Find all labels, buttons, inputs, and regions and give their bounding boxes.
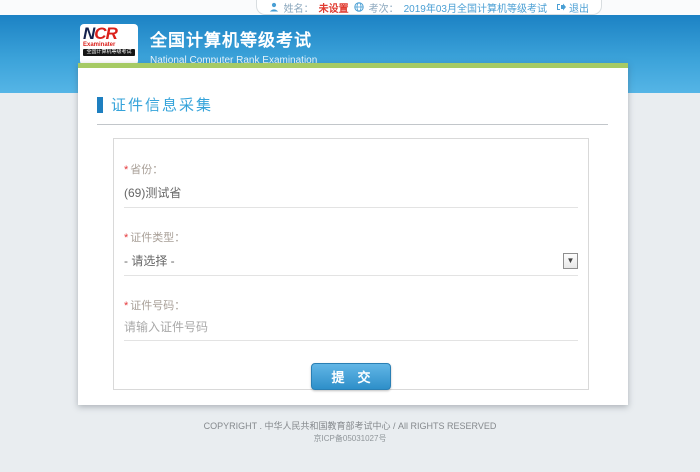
site-title: 全国计算机等级考试	[150, 26, 317, 51]
site-title-block: 全国计算机等级考试 National Computer Rank Examina…	[150, 26, 317, 66]
province-label: *省份：	[124, 161, 578, 177]
dropdown-arrow-icon[interactable]: ▼	[563, 253, 578, 269]
name-label: 姓名：	[284, 0, 314, 15]
cert-type-field: *证件类型： - 请选择 - ▼	[124, 229, 578, 276]
section-accent-bar	[97, 97, 103, 113]
user-info-bar: 姓名： 未设置 考次： 2019年03月全国计算机等级考试 退出	[256, 0, 602, 15]
cert-type-label: *证件类型：	[124, 229, 578, 245]
logout-icon	[556, 2, 566, 12]
required-asterisk: *	[124, 232, 128, 244]
section-header: 证件信息采集	[97, 94, 608, 115]
province-value: (69)测试省	[124, 184, 578, 208]
submit-button[interactable]: 提 交	[311, 363, 391, 390]
globe-icon	[354, 2, 364, 12]
cert-type-selected-value: - 请选择 -	[124, 252, 175, 269]
session-label: 考次：	[369, 0, 399, 15]
logout-button[interactable]: 退出	[556, 0, 589, 15]
content-card: 证件信息采集 *省份： (69)测试省 *证件类型： - 请选择 - ▼ *证件…	[78, 63, 628, 405]
footer-icp: 京ICP备05031027号	[0, 433, 700, 444]
page: 姓名： 未设置 考次： 2019年03月全国计算机等级考试 退出 NCR Exa…	[0, 0, 700, 472]
cert-info-form: *省份： (69)测试省 *证件类型： - 请选择 - ▼ *证件号码： 提 交	[113, 138, 589, 390]
user-icon	[269, 2, 279, 12]
cert-number-input[interactable]	[124, 320, 578, 341]
top-bar: 姓名： 未设置 考次： 2019年03月全国计算机等级考试 退出	[0, 0, 700, 15]
province-field: *省份： (69)测试省	[124, 161, 578, 208]
logo-letters: NCR	[83, 25, 135, 42]
required-asterisk: *	[124, 164, 128, 176]
page-title: 证件信息采集	[111, 94, 213, 115]
name-value: 未设置	[319, 0, 349, 15]
cert-type-select[interactable]: - 请选择 - ▼	[124, 252, 578, 276]
section-divider	[97, 124, 608, 125]
cert-number-field: *证件号码：	[124, 297, 578, 341]
footer-copyright: COPYRIGHT . 中华人民共和国教育部考试中心 / All RIGHTS …	[0, 419, 700, 432]
cert-number-label: *证件号码：	[124, 297, 578, 313]
logout-label: 退出	[569, 0, 589, 15]
required-asterisk: *	[124, 300, 128, 312]
logo-strip-text: 全国计算机等级考试	[83, 49, 135, 56]
logo-subtext: Examinater	[83, 42, 135, 49]
ncre-logo: NCR Examinater 全国计算机等级考试	[80, 24, 138, 65]
session-value: 2019年03月全国计算机等级考试	[404, 0, 547, 15]
